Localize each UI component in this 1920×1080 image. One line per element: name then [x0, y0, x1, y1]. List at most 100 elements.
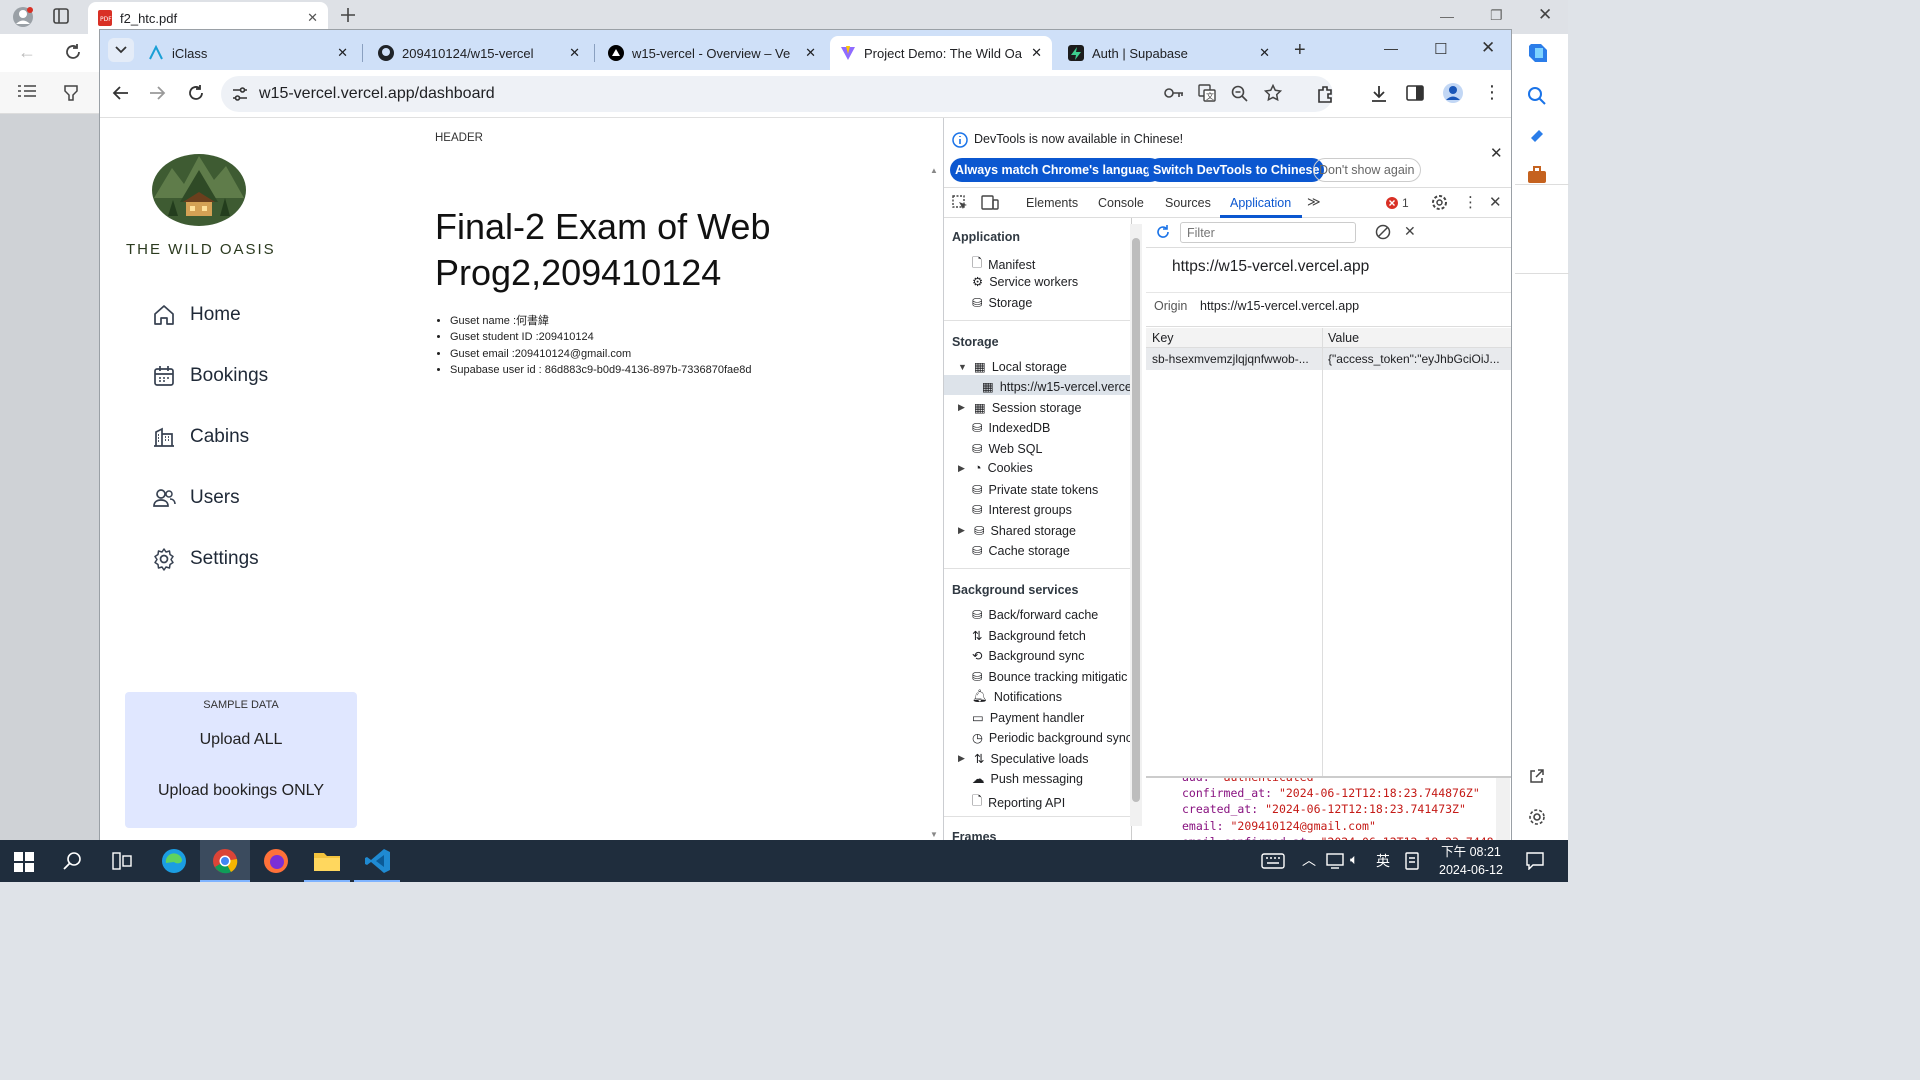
tree-item-local-origin[interactable]: ▦ https://w15-vercel.verce — [982, 379, 1131, 395]
table-row[interactable]: sb-hsexmvemzjlqjqnfwwob-... {"access_tok… — [1146, 348, 1511, 370]
collapsed-triangle-icon[interactable]: ▶ — [958, 525, 968, 536]
collapsed-triangle-icon[interactable]: ▶ — [958, 402, 968, 413]
password-key-icon[interactable] — [1164, 85, 1184, 101]
clear-all-icon[interactable] — [1375, 224, 1391, 240]
expanded-triangle-icon[interactable]: ▼ — [958, 362, 968, 372]
column-header-key[interactable]: Key — [1152, 331, 1174, 345]
json-line[interactable]: aud: "authenticated" — [1146, 778, 1496, 785]
profile-avatar-icon[interactable] — [1442, 82, 1464, 104]
file-explorer-icon[interactable] — [313, 849, 341, 873]
forward-icon[interactable] — [148, 84, 166, 102]
reload-icon[interactable] — [63, 42, 83, 62]
devtools-settings-icon[interactable] — [1431, 194, 1448, 211]
side-panel-icon[interactable] — [1406, 84, 1424, 102]
download-icon[interactable] — [1370, 84, 1388, 104]
copilot-icon[interactable] — [1525, 40, 1551, 66]
minimize-icon[interactable]: — — [1384, 40, 1398, 56]
task-view-icon[interactable] — [112, 852, 132, 870]
upload-all-button[interactable]: Upload ALL — [125, 731, 357, 749]
chevron-up-icon[interactable]: ︿ — [1302, 850, 1316, 870]
collapsed-triangle-icon[interactable]: ▶ — [958, 753, 968, 764]
tree-item-speculative-loads[interactable]: ▶ ⇅ Speculative loads — [958, 751, 1088, 767]
new-tab-icon[interactable] — [340, 7, 356, 23]
translate-icon[interactable]: 文 — [1198, 84, 1216, 102]
column-header-value[interactable]: Value — [1328, 331, 1359, 345]
clock[interactable]: 下午 08:21 2024-06-12 — [1436, 843, 1506, 879]
tree-item-bounce-tracking[interactable]: ⛁ Bounce tracking mitigatic — [972, 669, 1127, 685]
tree-item-service-workers[interactable]: ⚙ Service workers — [972, 274, 1078, 290]
sidebar-item-users[interactable]: Users — [152, 486, 240, 510]
close-devtools-icon[interactable]: ✕ — [1489, 193, 1502, 211]
search-icon[interactable] — [1527, 86, 1547, 106]
inspect-element-icon[interactable] — [952, 195, 968, 211]
match-language-button[interactable]: Always match Chrome's language — [950, 158, 1163, 182]
delete-selected-icon[interactable]: ✕ — [1404, 223, 1416, 240]
tab-vercel[interactable]: w15-vercel - Overview – Ve ✕ — [598, 36, 826, 70]
search-icon[interactable] — [63, 851, 83, 871]
tree-item-notifications[interactable]: 🔔︎ Notifications — [972, 689, 1062, 704]
error-icon[interactable] — [1386, 197, 1398, 209]
switch-language-button[interactable]: Switch DevTools to Chinese — [1148, 158, 1325, 182]
tree-item-interest-groups[interactable]: ⛁ Interest groups — [972, 502, 1072, 518]
highlighter-icon[interactable] — [62, 83, 80, 101]
reload-icon[interactable] — [186, 83, 206, 103]
tree-item-session-storage[interactable]: ▶ ▦ Session storage — [958, 400, 1081, 416]
more-tabs-icon[interactable]: ≫ — [1307, 194, 1321, 210]
tree-item-local-storage[interactable]: ▼ ▦ Local storage — [958, 359, 1067, 375]
close-tab-icon[interactable]: ✕ — [337, 45, 348, 61]
tree-item-indexeddb[interactable]: ⛁ IndexedDB — [972, 420, 1050, 436]
dont-show-button[interactable]: Don't show again — [1313, 158, 1421, 182]
tree-item-background-sync[interactable]: ⟲ Background sync — [972, 648, 1084, 664]
edge-icon[interactable] — [160, 847, 188, 875]
device-toolbar-icon[interactable] — [981, 195, 999, 211]
close-tab-icon[interactable]: ✕ — [1259, 45, 1270, 61]
error-count[interactable]: 1 — [1402, 196, 1409, 210]
tree-item-websql[interactable]: ⛁ Web SQL — [972, 441, 1042, 457]
collapsed-triangle-icon[interactable]: ▶ — [958, 463, 968, 474]
tree-item-background-fetch[interactable]: ⇅ Background fetch — [972, 628, 1086, 644]
tab-supabase[interactable]: Auth | Supabase ✕ — [1058, 36, 1280, 70]
notification-center-icon[interactable] — [1526, 852, 1544, 870]
address-bar[interactable]: w15-vercel.vercel.app/dashboard 文 — [221, 76, 1333, 112]
filter-input[interactable] — [1180, 222, 1356, 243]
close-window-icon[interactable]: ✕ — [1481, 38, 1495, 58]
keyboard-icon[interactable] — [1261, 853, 1285, 869]
url-text[interactable]: w15-vercel.vercel.app/dashboard — [259, 85, 495, 103]
close-tab-icon[interactable]: ✕ — [307, 10, 318, 26]
close-tab-icon[interactable]: ✕ — [1031, 45, 1042, 61]
tools-icon[interactable] — [1527, 126, 1547, 146]
tree-scrollbar-thumb[interactable] — [1132, 238, 1140, 802]
tab-project-demo[interactable]: Project Demo: The Wild Oa ✕ — [830, 36, 1052, 70]
row-value[interactable]: {"access_token":"eyJhbGciOiJ... — [1328, 352, 1508, 366]
outline-icon[interactable] — [18, 84, 36, 98]
tab-list-chevron-icon[interactable] — [108, 38, 134, 62]
json-line[interactable]: created_at: "2024-06-12T12:18:23.741473Z… — [1146, 801, 1496, 817]
tree-item-payment-handler[interactable]: ▭ Payment handler — [972, 710, 1084, 726]
close-tab-icon[interactable]: ✕ — [569, 45, 580, 61]
sidebar-item-settings[interactable]: Settings — [152, 547, 259, 571]
vscode-icon[interactable] — [364, 847, 392, 875]
tab-search-icon[interactable] — [52, 7, 70, 25]
tab-github[interactable]: 209410124/w15-vercel ✕ — [368, 36, 590, 70]
tab-elements[interactable]: Elements — [1026, 196, 1078, 210]
upload-bookings-button[interactable]: Upload bookings ONLY — [125, 782, 357, 800]
tree-item-reporting-api[interactable]: 🗋 Reporting API — [972, 792, 1065, 813]
sidebar-item-bookings[interactable]: Bookings — [152, 364, 268, 388]
network-icon[interactable] — [1326, 853, 1344, 869]
close-icon[interactable]: ✕ — [1538, 5, 1552, 25]
new-tab-icon[interactable]: + — [1294, 39, 1306, 62]
devtools-menu-icon[interactable]: ⋮ — [1463, 193, 1478, 211]
site-info-icon[interactable] — [231, 85, 249, 103]
volume-icon[interactable]: 🔈︎ — [1350, 851, 1358, 868]
tree-item-manifest[interactable]: 🗋 Manifest — [972, 254, 1035, 275]
close-banner-icon[interactable]: ✕ — [1490, 144, 1503, 162]
sidebar-item-home[interactable]: Home — [152, 303, 241, 327]
minimize-icon[interactable]: — — [1440, 8, 1454, 24]
tree-item-push-messaging[interactable]: ☁ Push messaging — [972, 771, 1083, 787]
tree-item-cache-storage[interactable]: ⛁ Cache storage — [972, 543, 1070, 559]
zoom-icon[interactable] — [1231, 85, 1249, 103]
tab-sources[interactable]: Sources — [1165, 196, 1211, 210]
sidebar-item-cabins[interactable]: Cabins — [152, 425, 249, 449]
chrome-icon[interactable] — [211, 847, 239, 875]
tree-item-private-state-tokens[interactable]: ⛁ Private state tokens — [972, 482, 1098, 498]
